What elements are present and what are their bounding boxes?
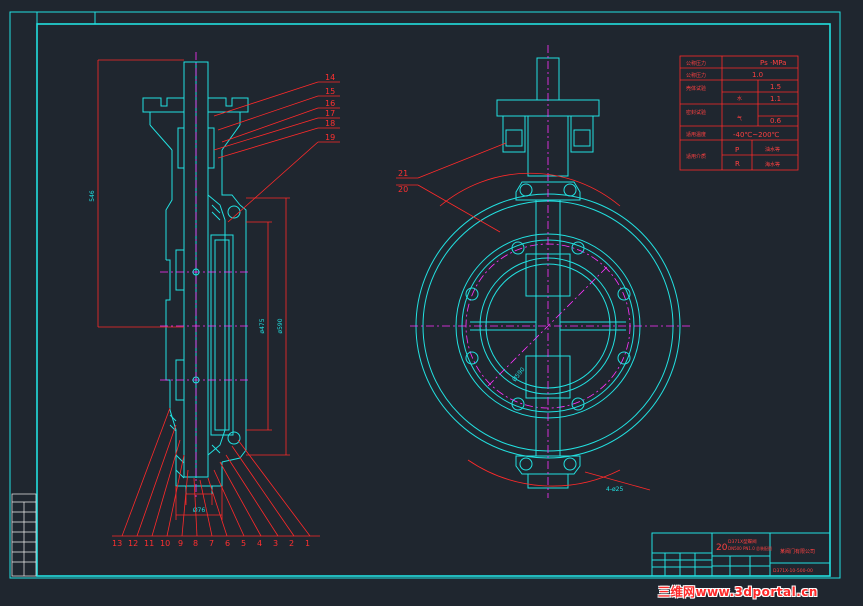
side-view-leaders-lower	[112, 407, 320, 537]
balloon-1: 1	[305, 539, 310, 548]
title-drawing-no: D371X-10-500-00	[773, 568, 813, 574]
balloon-6: 6	[225, 539, 230, 548]
side-view-leaders-upper	[213, 81, 340, 223]
title-block: 20 D371X型蝶阀 DN500 PN1.0 总装配图 某阀门有限公司 D37…	[651, 532, 831, 577]
cad-drawing: 546 ø475 ø590 Ø76 14 15 16 17 18 19 13 1…	[9, 11, 841, 579]
balloon-3: 3	[273, 539, 278, 548]
balloon-2: 2	[289, 539, 294, 548]
spec-media-r-text: 海水等	[765, 161, 780, 168]
svg-text:546: 546	[89, 190, 96, 202]
spec-media-p: P	[735, 146, 739, 154]
side-view-balloons-upper: 14 15 16 17 18 19	[325, 73, 335, 142]
title-company: 某阀门有限公司	[780, 548, 815, 555]
balloon-5: 5	[241, 539, 246, 548]
spec-shell: 1.5	[770, 83, 781, 91]
balloon-17: 17	[325, 109, 335, 118]
spec-label-seal: 密封试验	[686, 109, 706, 116]
sheet-border-inner	[36, 23, 831, 577]
title-name-line2: DN500 PN1.0 总装配图	[728, 545, 772, 551]
side-section-view	[142, 52, 250, 500]
corner-label-box	[36, 11, 96, 25]
title-scale: 20	[716, 543, 728, 553]
svg-text:ø590: ø590	[277, 318, 284, 333]
spec-water-label: 水	[737, 95, 742, 102]
spec-seal-water: 1.1	[770, 95, 781, 103]
spec-header-right: Ps ·MPa	[760, 59, 786, 67]
spec-media-r: R	[735, 160, 740, 168]
svg-text:Ø76: Ø76	[193, 507, 206, 514]
front-view	[410, 45, 690, 498]
balloon-12: 12	[128, 539, 138, 548]
balloon-16: 16	[325, 99, 335, 108]
sheet-border-outer	[9, 11, 841, 579]
balloon-20: 20	[398, 185, 408, 194]
balloon-8: 8	[193, 539, 198, 548]
balloon-13: 13	[112, 539, 122, 548]
watermark: 三维网www.3dportal.cn	[658, 585, 818, 599]
balloon-18: 18	[325, 119, 335, 128]
spec-label-shell: 壳体试验	[686, 85, 706, 92]
balloon-14: 14	[325, 73, 335, 82]
spec-header-left: 公称压力	[686, 60, 706, 67]
balloon-11: 11	[144, 539, 154, 548]
svg-text:4-ø25: 4-ø25	[606, 486, 623, 493]
title-name-line1: D371X型蝶阀	[728, 538, 757, 545]
spec-media-p-text: 油水等	[765, 146, 780, 153]
balloon-15: 15	[325, 87, 335, 96]
balloon-10: 10	[160, 539, 170, 548]
spec-nominal: 1.0	[752, 71, 763, 79]
balloon-21: 21	[398, 169, 408, 178]
spec-table: 公称压力 Ps ·MPa 公称压力 1.0 壳体试验 1.5 水 1.1 密封试…	[679, 55, 799, 171]
spec-seal-air: 0.6	[770, 117, 782, 125]
svg-text:ø475: ø475	[259, 318, 266, 333]
side-view-balloons-lower: 13 12 11 10 9 8 7 6 5 4 3 2 1	[112, 539, 310, 548]
balloon-7: 7	[209, 539, 214, 548]
balloon-4: 4	[257, 539, 262, 548]
spec-air-label: 气	[737, 115, 742, 122]
spec-label-temp: 适用温度	[686, 131, 706, 138]
spec-temperature: -40℃~200℃	[733, 131, 780, 139]
balloon-9: 9	[178, 539, 183, 548]
left-margin-rows	[12, 501, 36, 576]
balloon-19: 19	[325, 133, 335, 142]
spec-label-nominal: 公称压力	[686, 72, 706, 79]
spec-label-media: 适用介质	[686, 153, 706, 160]
